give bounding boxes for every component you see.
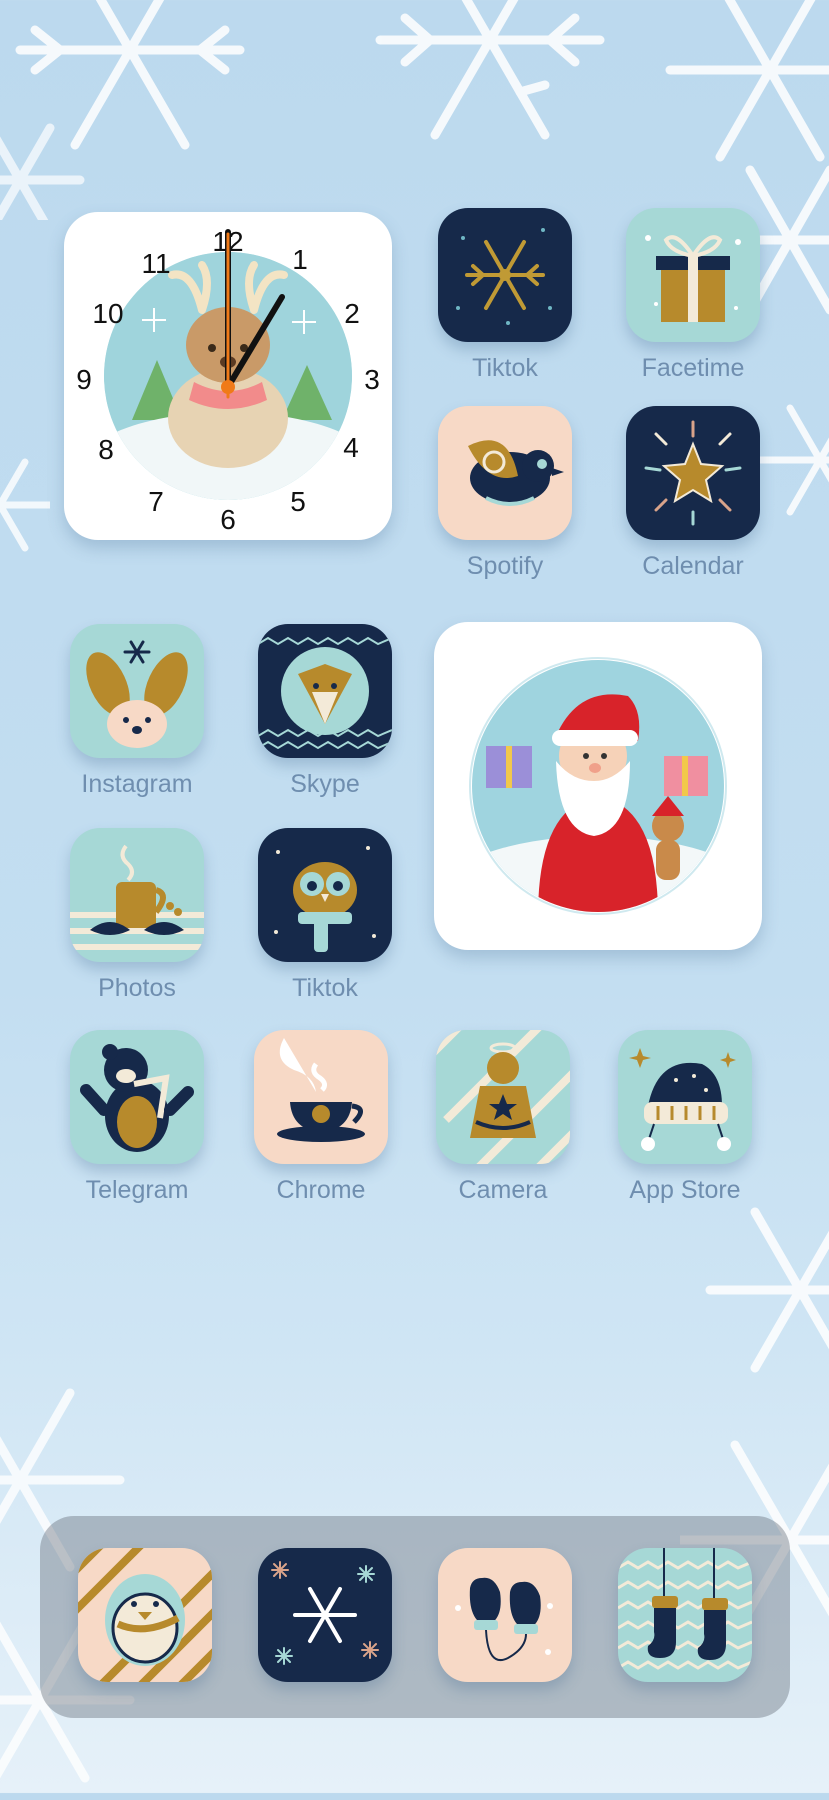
tea-cup-icon bbox=[277, 1038, 365, 1142]
app-icon-tile bbox=[258, 624, 392, 758]
app-icon-tile bbox=[70, 1030, 204, 1164]
app-app-store[interactable]: App Store bbox=[618, 1030, 752, 1205]
mittens-icon bbox=[455, 1577, 553, 1661]
app-label: Instagram bbox=[81, 770, 193, 798]
app-icon-tile bbox=[438, 208, 572, 342]
app-label: Chrome bbox=[276, 1176, 366, 1204]
app-label: Tiktok bbox=[472, 354, 538, 382]
app-icon-tile bbox=[70, 828, 204, 962]
app-icon-tile bbox=[258, 828, 392, 962]
snowflake-decoration-top-left bbox=[0, 0, 245, 220]
fox-icon bbox=[258, 636, 392, 750]
dock-app-socks[interactable] bbox=[618, 1548, 752, 1682]
app-label: Skype bbox=[290, 770, 360, 798]
gingerbread-angel-icon bbox=[436, 1030, 570, 1164]
clock-widget[interactable]: 12 1 2 3 4 5 6 7 8 9 10 11 bbox=[64, 212, 392, 540]
app-camera[interactable]: Camera bbox=[436, 1030, 570, 1205]
gift-box-icon bbox=[645, 235, 741, 322]
app-skype[interactable]: Skype bbox=[258, 624, 392, 799]
snowflake-decoration-left-middle bbox=[0, 458, 50, 552]
app-icon-tile bbox=[438, 1548, 572, 1682]
app-label: Spotify bbox=[466, 552, 544, 580]
app-telegram[interactable]: Telegram bbox=[70, 1030, 204, 1205]
app-label: Calendar bbox=[642, 552, 744, 580]
app-tiktok-owl[interactable]: Tiktok bbox=[258, 828, 392, 1003]
app-label: Tiktok bbox=[292, 974, 358, 1002]
app-icon-tile bbox=[618, 1548, 752, 1682]
app-label: Camera bbox=[458, 1176, 548, 1204]
app-spotify[interactable]: Spotify bbox=[438, 406, 572, 581]
socks-icon bbox=[618, 1548, 752, 1670]
santa-illustration bbox=[469, 657, 727, 915]
app-icon-tile bbox=[626, 406, 760, 540]
dock-app-mittens[interactable] bbox=[438, 1548, 572, 1682]
hour-hand bbox=[225, 294, 285, 390]
clock-hands bbox=[221, 229, 285, 399]
bunny-icon bbox=[86, 640, 188, 748]
winter-hat-icon bbox=[629, 1048, 736, 1151]
penguin-icon bbox=[78, 1548, 212, 1682]
snowflake-decoration-right-middle bbox=[760, 404, 829, 516]
app-icon-tile bbox=[258, 1548, 392, 1682]
snowflake-decoration-top-center bbox=[375, 0, 605, 140]
app-label: App Store bbox=[629, 1176, 741, 1204]
app-icon-tile bbox=[618, 1030, 752, 1164]
dock-app-snowflakes[interactable] bbox=[258, 1548, 392, 1682]
app-icon-tile bbox=[254, 1030, 388, 1164]
app-tiktok-snowflake[interactable]: Tiktok bbox=[438, 208, 572, 383]
app-label: Telegram bbox=[85, 1176, 189, 1204]
app-photos[interactable]: Photos bbox=[70, 828, 204, 1003]
owl-icon bbox=[274, 846, 376, 952]
bird-icon bbox=[468, 440, 564, 506]
app-icon-tile bbox=[70, 624, 204, 758]
dock-app-penguin[interactable] bbox=[78, 1548, 212, 1682]
app-icon-tile bbox=[438, 406, 572, 540]
star-burst-icon bbox=[644, 420, 742, 526]
snowflakes-icon bbox=[271, 1561, 379, 1665]
snowflake-icon bbox=[456, 228, 552, 325]
app-chrome[interactable]: Chrome bbox=[254, 1030, 388, 1205]
app-icon-tile bbox=[436, 1030, 570, 1164]
app-icon-tile bbox=[78, 1548, 212, 1682]
app-label: Photos bbox=[98, 974, 176, 1002]
app-instagram[interactable]: Instagram bbox=[70, 624, 204, 799]
app-facetime[interactable]: Facetime bbox=[626, 208, 760, 383]
santa-photo-widget[interactable] bbox=[434, 622, 762, 950]
app-calendar[interactable]: Calendar bbox=[626, 406, 760, 581]
bear-icon bbox=[80, 1044, 194, 1152]
app-icon-tile bbox=[626, 208, 760, 342]
cocoa-mug-icon bbox=[70, 844, 204, 950]
clock-center-pin bbox=[221, 380, 235, 394]
app-label: Facetime bbox=[641, 354, 745, 382]
